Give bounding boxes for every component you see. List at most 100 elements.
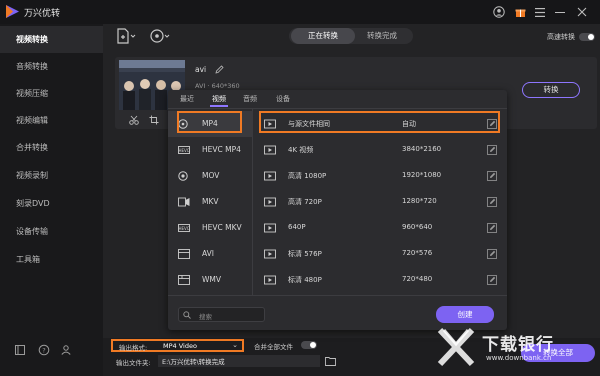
format-item-mov[interactable]: MOV (168, 163, 253, 189)
search-icon (183, 311, 191, 319)
tab-converting[interactable]: 正在转换 (291, 28, 355, 44)
resolution-value: 1920*1080 (402, 171, 442, 179)
resolution-value: 720*480 (402, 275, 433, 283)
trim-icon[interactable] (129, 115, 139, 125)
convert-button[interactable]: 转换 (522, 82, 580, 98)
tab-audio[interactable]: 音频 (243, 94, 257, 104)
selected-resolution-highlight (259, 111, 500, 133)
format-label: MOV (202, 171, 220, 180)
output-format-select[interactable]: 输出格式: MP4 Video ⌄ (111, 339, 244, 352)
folder-icon[interactable] (325, 356, 336, 366)
tab-converted[interactable]: 转换完成 (353, 28, 411, 44)
account-icon[interactable] (492, 5, 506, 19)
crop-icon[interactable] (149, 115, 159, 125)
format-label: WMV (202, 275, 222, 284)
mov-icon (178, 171, 188, 181)
format-label: MKV (202, 197, 219, 206)
format-item-hevc-mkv[interactable]: HEVC HEVC MKV (168, 215, 253, 241)
svg-text:HEVC: HEVC (178, 148, 189, 153)
sidebar-item-video-compress[interactable]: 视频压缩 (0, 80, 103, 107)
book-icon[interactable] (14, 344, 26, 356)
sidebar-item-video-edit[interactable]: 视频编辑 (0, 107, 103, 134)
sidebar-item-merge[interactable]: 合并转换 (0, 134, 103, 161)
watermark-url: www.downbank.cn (486, 354, 552, 362)
load-dvd-icon[interactable] (149, 28, 171, 44)
add-file-icon[interactable] (115, 28, 137, 44)
title-bar: 万兴优转 (0, 0, 600, 24)
video-icon (264, 171, 276, 181)
menu-icon[interactable] (533, 5, 547, 19)
output-folder-field[interactable]: E:\万兴优转\转换完成 (158, 355, 320, 367)
format-item-wmv[interactable]: WMV (168, 267, 253, 293)
gift-icon[interactable] (513, 5, 527, 19)
file-name: avi (195, 65, 207, 74)
edit-icon[interactable] (487, 197, 497, 207)
format-list: MP4 HEVC HEVC MP4 MOV MKV HEVC HEVC MKV … (168, 109, 253, 295)
svg-text:HEVC: HEVC (178, 226, 189, 231)
user-icon[interactable] (60, 344, 72, 356)
format-search-input[interactable]: 搜索 (178, 307, 265, 322)
high-speed-label: 高速转换 (547, 33, 575, 41)
help-icon[interactable]: ? (38, 344, 50, 356)
svg-text:?: ? (42, 346, 45, 354)
resolution-item[interactable]: 高清 720P 1280*720 (254, 189, 507, 215)
tab-video[interactable]: 视频 (212, 94, 226, 104)
hevc-icon: HEVC (178, 224, 190, 232)
divider (168, 295, 507, 296)
video-icon (264, 275, 276, 285)
video-icon (264, 223, 276, 233)
format-label: HEVC MKV (202, 223, 242, 232)
resolution-name: 高清 1080P (288, 172, 327, 180)
merge-all-toggle[interactable] (301, 341, 317, 349)
sidebar-item-video-convert[interactable]: 视频转换 (0, 26, 103, 53)
edit-icon[interactable] (487, 145, 497, 155)
sidebar-item-transfer[interactable]: 设备传输 (0, 218, 103, 245)
output-format-value: MP4 Video (163, 342, 197, 350)
output-folder-path: E:\万兴优转\转换完成 (162, 358, 225, 366)
output-format-label: 输出格式: (119, 344, 148, 352)
wmv-icon (178, 275, 190, 285)
resolution-name: 640P (288, 223, 306, 231)
minimize-icon[interactable] (553, 5, 567, 19)
sidebar-item-burn-dvd[interactable]: 刻录DVD (0, 190, 103, 217)
edit-icon[interactable] (487, 249, 497, 259)
output-folder-label: 输出文件夹: (116, 359, 151, 367)
search-placeholder: 搜索 (199, 313, 212, 321)
tab-device[interactable]: 设备 (276, 94, 290, 104)
create-button[interactable]: 创建 (436, 306, 494, 323)
close-icon[interactable] (575, 5, 589, 19)
app-title: 万兴优转 (24, 9, 61, 19)
format-item-hevc-mp4[interactable]: HEVC HEVC MP4 (168, 137, 253, 163)
edit-icon[interactable] (487, 275, 497, 285)
high-speed-toggle[interactable] (579, 33, 595, 41)
resolution-item[interactable]: 标清 480P 720*480 (254, 267, 507, 293)
tab-recent[interactable]: 最近 (180, 94, 194, 104)
video-icon (264, 145, 276, 155)
video-icon (264, 249, 276, 259)
status-tabs: 正在转换 转换完成 (289, 28, 413, 44)
mkv-icon (178, 197, 190, 207)
sidebar: 视频转换 音频转换 视频压缩 视频编辑 合并转换 视频录制 刻录DVD 设备传输… (0, 24, 103, 376)
resolution-name: 标清 480P (288, 276, 322, 284)
format-item-mkv[interactable]: MKV (168, 189, 253, 215)
sidebar-item-toolbox[interactable]: 工具箱 (0, 246, 103, 273)
format-label: AVI (202, 249, 214, 258)
sidebar-item-record[interactable]: 视频录制 (0, 162, 103, 189)
sidebar-item-audio-convert[interactable]: 音频转换 (0, 53, 103, 80)
edit-icon[interactable] (487, 171, 497, 181)
watermark-text: 下载银行 (482, 335, 554, 355)
merge-all-label: 合并全部文件 (254, 343, 293, 351)
resolution-name: 高清 720P (288, 198, 322, 206)
resolution-item[interactable]: 4K 视频 3840*2160 (254, 137, 507, 163)
app-logo-icon (6, 5, 19, 18)
resolution-item[interactable]: 高清 1080P 1920*1080 (254, 163, 507, 189)
avi-icon (178, 249, 190, 259)
rename-icon[interactable] (215, 65, 224, 74)
format-item-avi[interactable]: AVI (168, 241, 253, 267)
resolution-item[interactable]: 标清 576P 720*576 (254, 241, 507, 267)
resolution-item[interactable]: 640P 960*640 (254, 215, 507, 241)
edit-icon[interactable] (487, 223, 497, 233)
resolution-value: 1280*720 (402, 197, 437, 205)
resolution-value: 720*576 (402, 249, 433, 257)
resolution-value: 960*640 (402, 223, 433, 231)
